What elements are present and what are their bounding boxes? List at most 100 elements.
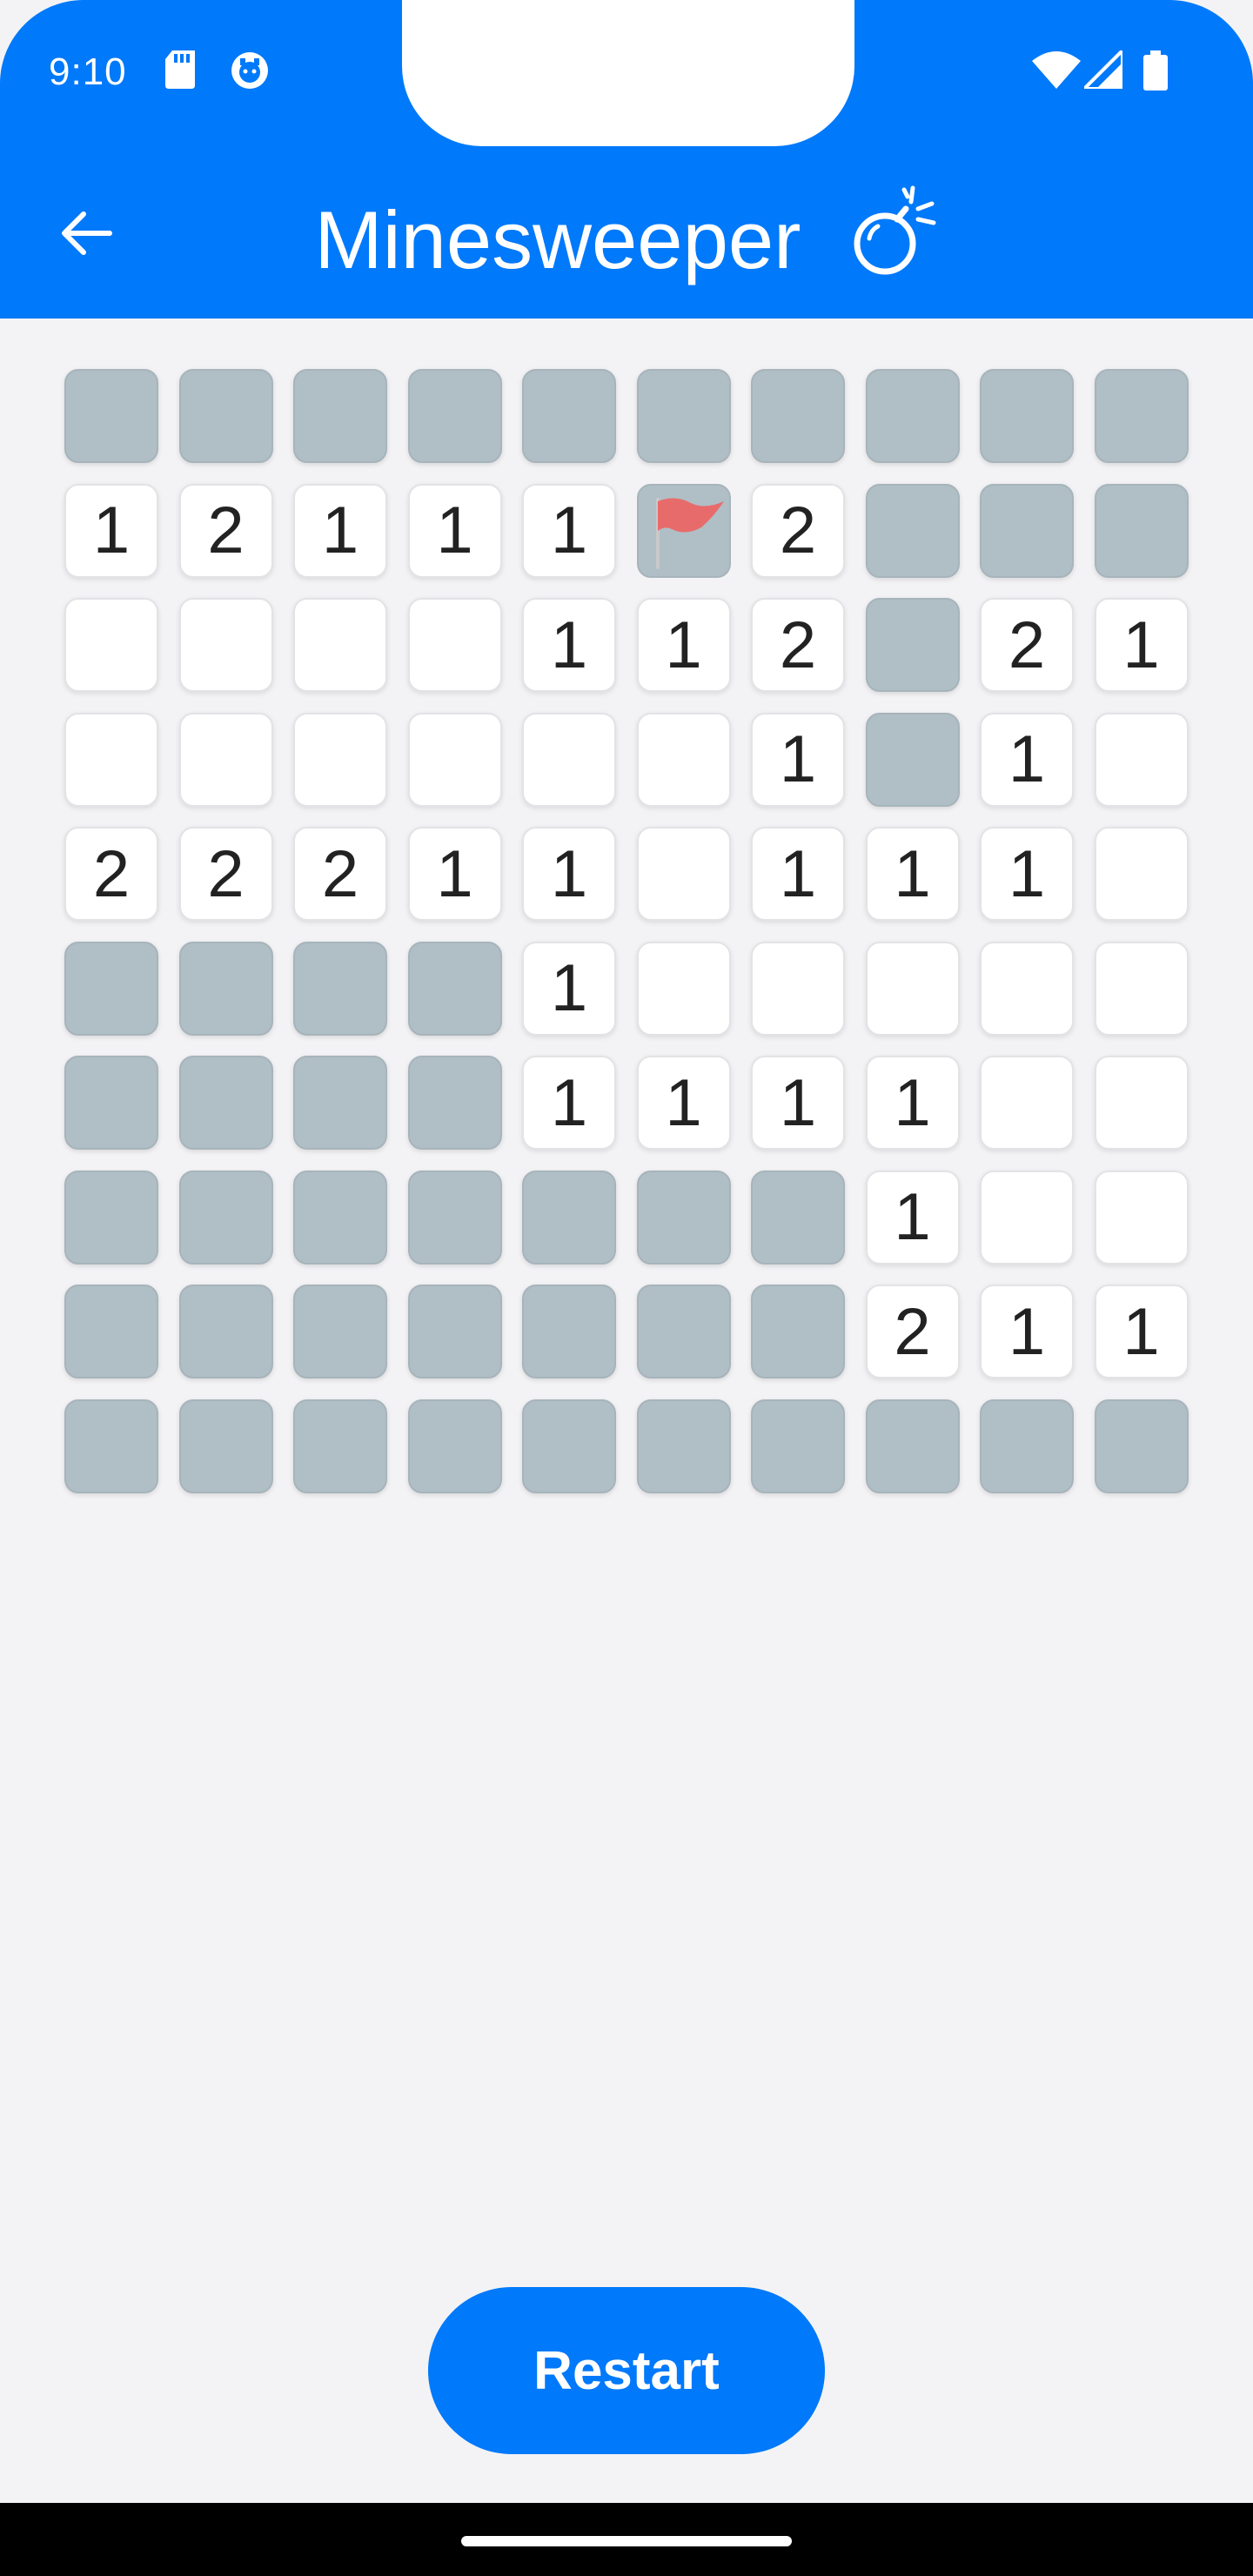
home-indicator[interactable] bbox=[461, 2536, 792, 2546]
cell-hidden[interactable] bbox=[865, 712, 960, 807]
cell-empty[interactable] bbox=[1094, 941, 1189, 1036]
cell-hidden[interactable] bbox=[293, 1056, 387, 1150]
cell-hidden[interactable] bbox=[636, 369, 731, 463]
cell-hidden[interactable] bbox=[178, 1285, 273, 1379]
cell-number[interactable]: 2 bbox=[865, 1285, 960, 1379]
cell-empty[interactable] bbox=[407, 598, 502, 692]
cell-hidden[interactable] bbox=[293, 941, 387, 1036]
cell-number[interactable]: 1 bbox=[522, 941, 616, 1036]
cell-empty[interactable] bbox=[636, 827, 731, 921]
cell-hidden[interactable] bbox=[1094, 1399, 1189, 1493]
cell-empty[interactable] bbox=[1094, 1170, 1189, 1265]
cell-hidden[interactable] bbox=[865, 483, 960, 578]
cell-hidden[interactable] bbox=[980, 369, 1074, 463]
cell-number[interactable]: 1 bbox=[522, 483, 616, 578]
cell-number[interactable]: 2 bbox=[293, 827, 387, 921]
cell-empty[interactable] bbox=[1094, 827, 1189, 921]
cell-number[interactable]: 2 bbox=[178, 483, 273, 578]
cell-hidden[interactable] bbox=[522, 369, 616, 463]
cell-number[interactable]: 1 bbox=[865, 827, 960, 921]
cell-empty[interactable] bbox=[980, 941, 1074, 1036]
cell-number[interactable]: 2 bbox=[64, 827, 158, 921]
cell-hidden[interactable] bbox=[407, 1056, 502, 1150]
cell-hidden[interactable] bbox=[865, 369, 960, 463]
cell-hidden[interactable] bbox=[64, 1170, 158, 1265]
restart-button[interactable]: Restart bbox=[428, 2287, 825, 2454]
cell-hidden[interactable] bbox=[178, 369, 273, 463]
cell-number[interactable]: 2 bbox=[751, 598, 845, 692]
cell-empty[interactable] bbox=[636, 941, 731, 1036]
cell-hidden[interactable] bbox=[407, 1399, 502, 1493]
cell-hidden[interactable] bbox=[64, 941, 158, 1036]
cell-empty[interactable] bbox=[980, 1170, 1074, 1265]
cell-empty[interactable] bbox=[178, 712, 273, 807]
cell-hidden[interactable] bbox=[407, 1285, 502, 1379]
cell-number[interactable]: 1 bbox=[751, 827, 845, 921]
cell-hidden[interactable] bbox=[64, 1399, 158, 1493]
cell-hidden[interactable] bbox=[1094, 369, 1189, 463]
cell-hidden[interactable] bbox=[178, 941, 273, 1036]
cell-hidden[interactable] bbox=[980, 483, 1074, 578]
cell-number[interactable]: 1 bbox=[522, 827, 616, 921]
cell-hidden[interactable] bbox=[522, 1170, 616, 1265]
cell-hidden[interactable] bbox=[293, 1399, 387, 1493]
cell-hidden[interactable] bbox=[178, 1399, 273, 1493]
cell-number[interactable]: 1 bbox=[1094, 1285, 1189, 1379]
cell-hidden[interactable] bbox=[407, 369, 502, 463]
cell-hidden[interactable] bbox=[64, 1056, 158, 1150]
cell-number[interactable]: 1 bbox=[751, 1056, 845, 1150]
cell-number[interactable]: 1 bbox=[980, 827, 1074, 921]
cell-empty[interactable] bbox=[293, 712, 387, 807]
cell-number[interactable]: 1 bbox=[980, 1285, 1074, 1379]
cell-number[interactable]: 1 bbox=[636, 1056, 731, 1150]
cell-hidden[interactable] bbox=[293, 369, 387, 463]
cell-number[interactable]: 1 bbox=[1094, 598, 1189, 692]
cell-number[interactable]: 1 bbox=[980, 712, 1074, 807]
cell-hidden[interactable] bbox=[178, 1170, 273, 1265]
cell-hidden[interactable] bbox=[751, 1399, 845, 1493]
cell-hidden[interactable] bbox=[980, 1399, 1074, 1493]
cell-number[interactable]: 1 bbox=[751, 712, 845, 807]
cell-number[interactable]: 1 bbox=[407, 483, 502, 578]
cell-hidden[interactable] bbox=[293, 1170, 387, 1265]
cell-hidden[interactable] bbox=[1094, 483, 1189, 578]
cell-number[interactable]: 1 bbox=[865, 1056, 960, 1150]
cell-hidden[interactable] bbox=[751, 369, 845, 463]
cell-hidden[interactable] bbox=[407, 941, 502, 1036]
cell-hidden[interactable] bbox=[636, 1285, 731, 1379]
cell-number[interactable]: 1 bbox=[522, 1056, 616, 1150]
cell-hidden[interactable] bbox=[636, 1399, 731, 1493]
cell-hidden[interactable] bbox=[751, 1285, 845, 1379]
cell-empty[interactable] bbox=[865, 941, 960, 1036]
cell-number[interactable]: 1 bbox=[522, 598, 616, 692]
cell-empty[interactable] bbox=[407, 712, 502, 807]
cell-empty[interactable] bbox=[522, 712, 616, 807]
cell-number[interactable]: 2 bbox=[980, 598, 1074, 692]
cell-empty[interactable] bbox=[1094, 1056, 1189, 1150]
cell-number[interactable]: 1 bbox=[64, 483, 158, 578]
cell-number[interactable]: 1 bbox=[407, 827, 502, 921]
cell-hidden[interactable] bbox=[636, 1170, 731, 1265]
cell-hidden[interactable] bbox=[865, 598, 960, 692]
cell-hidden[interactable] bbox=[64, 1285, 158, 1379]
cell-hidden[interactable] bbox=[64, 369, 158, 463]
cell-hidden[interactable] bbox=[522, 1399, 616, 1493]
cell-number[interactable]: 1 bbox=[293, 483, 387, 578]
cell-number[interactable]: 2 bbox=[178, 827, 273, 921]
cell-empty[interactable] bbox=[980, 1056, 1074, 1150]
cell-hidden[interactable] bbox=[751, 1170, 845, 1265]
cell-hidden[interactable] bbox=[407, 1170, 502, 1265]
cell-empty[interactable] bbox=[64, 712, 158, 807]
cell-empty[interactable] bbox=[751, 941, 845, 1036]
cell-empty[interactable] bbox=[636, 712, 731, 807]
cell-hidden[interactable] bbox=[522, 1285, 616, 1379]
cell-empty[interactable] bbox=[64, 598, 158, 692]
cell-hidden[interactable] bbox=[865, 1399, 960, 1493]
cell-empty[interactable] bbox=[293, 598, 387, 692]
cell-number[interactable]: 1 bbox=[865, 1170, 960, 1265]
cell-flagged[interactable] bbox=[636, 483, 731, 578]
cell-hidden[interactable] bbox=[293, 1285, 387, 1379]
cell-empty[interactable] bbox=[178, 598, 273, 692]
cell-number[interactable]: 1 bbox=[636, 598, 731, 692]
cell-hidden[interactable] bbox=[178, 1056, 273, 1150]
